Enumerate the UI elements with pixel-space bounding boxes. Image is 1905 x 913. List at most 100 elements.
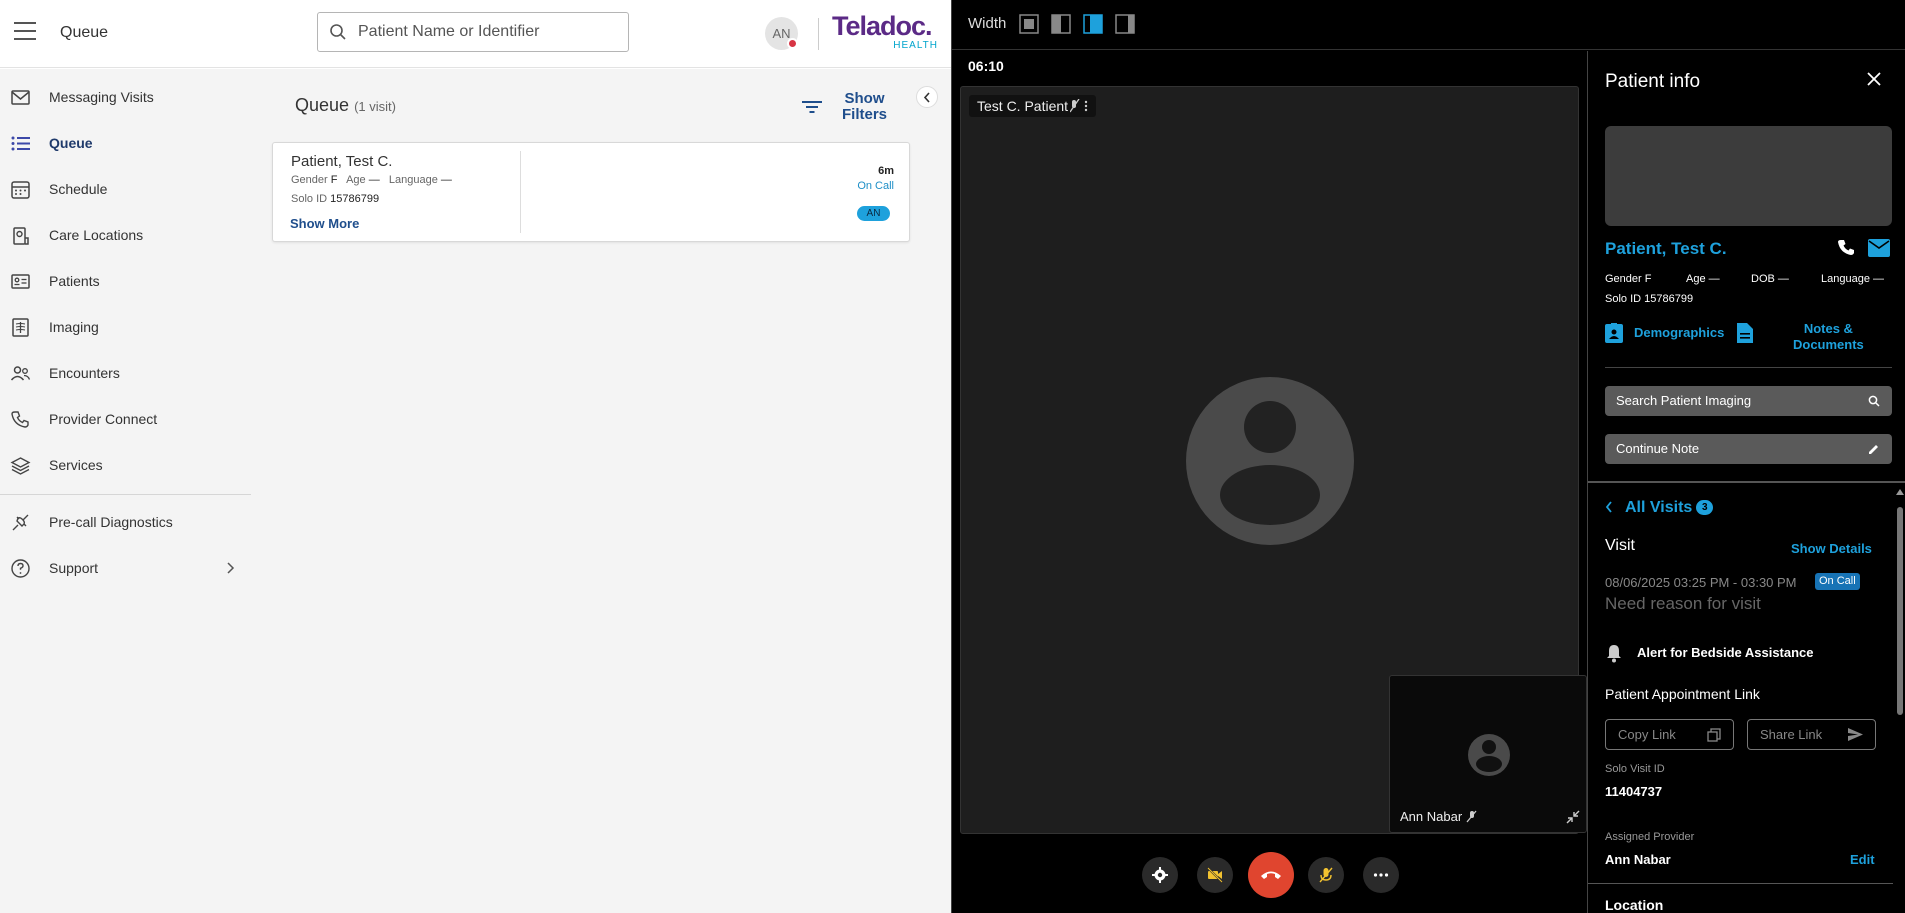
remote-name-tag: Test C. Patient [969,95,1097,117]
self-name-tag: Ann Nabar [1400,809,1478,824]
divider [1588,883,1893,884]
patient-search[interactable] [317,12,629,52]
solo-id: Solo ID 15786799 [291,193,380,205]
status-text: On Call [857,180,894,192]
status-badge: On Call [1815,573,1860,590]
bell-icon [1607,645,1621,663]
share-link-button[interactable]: Share Link [1747,719,1876,750]
show-details-link[interactable]: Show Details [1791,541,1872,556]
alert-bedside-button[interactable]: Alert for Bedside Assistance [1605,643,1845,665]
provider-badge: AN [857,206,890,221]
sidebar-item-label: Imaging [49,319,99,335]
visit-heading: Visit [1605,537,1635,554]
minimize-icon[interactable] [1566,810,1580,824]
chevron-left-icon [923,92,930,103]
width-label: Width [968,15,1007,32]
sidebar-item-imaging[interactable]: Imaging [0,307,251,347]
all-visits-link[interactable]: All Visits 3 [1605,499,1714,517]
edit-provider-button[interactable]: Edit [1850,852,1875,867]
sidebar-item-label: Messaging Visits [49,89,154,105]
mute-button[interactable] [1308,857,1344,893]
patient-info-panel: Patient info Patient, Test C. Gender F A… [1587,51,1905,913]
top-bar: Queue AN Teladoc. HEALTH [0,0,951,68]
assigned-provider: Ann Nabar [1605,852,1671,867]
sidebar-item-provider-connect[interactable]: Provider Connect [0,399,251,439]
scrollbar-thumb[interactable] [1897,507,1903,715]
chevron-left-icon [1605,501,1612,513]
help-icon [11,559,30,578]
sidebar-item-pre-call-diagnostics[interactable]: Pre-call Diagnostics [0,502,251,542]
patient-name: Patient, Test C. [291,153,393,170]
search-input[interactable] [358,21,618,43]
more-options-button[interactable] [1363,857,1399,893]
mail-icon [11,90,30,105]
menu-icon[interactable] [14,22,36,42]
search-patient-imaging-button[interactable]: Search Patient Imaging [1605,386,1892,416]
mail-icon[interactable] [1868,239,1890,257]
left-layout-icon[interactable] [1051,14,1071,34]
sidebar-item-patients[interactable]: Patients [0,261,251,301]
show-more-link[interactable]: Show More [290,216,359,231]
camera-off-button[interactable] [1197,857,1233,893]
continue-note-button[interactable]: Continue Note [1605,434,1892,464]
filter-icon [802,101,822,113]
collapse-panel-button[interactable] [916,86,938,108]
mic-off-icon [1070,99,1088,113]
calendar-icon [11,181,30,199]
solo-id: Solo ID 15786799 [1605,293,1694,305]
sidebar-item-support[interactable]: Support [0,548,251,588]
sidebar-item-services[interactable]: Services [0,445,251,485]
id-card-icon [11,274,30,289]
close-icon[interactable] [1867,72,1881,86]
queue-app: Queue AN Teladoc. HEALTH Messaging Visit… [0,0,951,913]
layers-icon [10,457,31,475]
document-icon [1737,323,1753,343]
fullscreen-layout-icon[interactable] [1019,14,1039,34]
sidebar-item-label: Schedule [49,181,108,197]
dob-field: DOB — [1751,273,1789,285]
sidebar-item-label: Support [49,560,99,576]
tab-demographics[interactable]: Demographics [1605,323,1735,347]
divider [520,151,521,233]
sidebar-item-schedule[interactable]: Schedule [0,169,251,209]
phone-icon[interactable] [1837,238,1857,258]
contact-card-icon [1605,323,1623,343]
sidebar-item-label: Queue [49,135,93,151]
language-field: Language — [1821,273,1885,285]
remote-video: Test C. Patient Ann Nabar [960,86,1587,834]
end-call-button[interactable] [1248,852,1294,898]
hang-up-icon [1261,871,1281,879]
search-icon [330,24,346,40]
next-section-label: Location [1605,897,1664,913]
sidebar-item-messaging-visits[interactable]: Messaging Visits [0,77,251,117]
right-layout-icon[interactable] [1115,14,1135,34]
queue-card[interactable]: Patient, Test C. Gender F Age — Language… [272,142,910,242]
sidebar-item-queue[interactable]: Queue [0,123,251,163]
tab-notes-documents[interactable]: Notes & Documents [1737,321,1887,357]
show-filters-button[interactable]: Show Filters [790,91,905,127]
pencil-icon [1869,445,1878,454]
sidebar: Messaging Visits Queue Schedule Care Loc… [0,69,251,913]
people-icon [10,366,31,381]
video-off-icon [1207,867,1223,883]
imaging-icon [12,318,29,337]
page-title: Queue [60,24,109,41]
sidebar-item-care-locations[interactable]: Care Locations [0,215,251,255]
visit-details-scroll[interactable]: All Visits 3 Visit Show Details 08/06/202… [1588,483,1905,913]
divider [1605,367,1892,368]
mic-off-icon [1319,867,1333,883]
scroll-up-icon[interactable] [1896,489,1904,495]
divider [818,18,819,50]
copy-link-button[interactable]: Copy Link [1605,719,1734,750]
plug-icon [12,514,29,531]
teladoc-logo: Teladoc. HEALTH [832,11,938,51]
patient-meta: Gender F Age — Language — [291,174,452,186]
patient-name: Patient, Test C. [1605,239,1727,258]
settings-button[interactable] [1142,857,1178,893]
width-toolbar: Width [952,0,1905,50]
self-avatar-icon [1468,734,1510,776]
split-layout-icon[interactable] [1083,14,1103,34]
sidebar-item-label: Patients [49,273,100,289]
sidebar-item-encounters[interactable]: Encounters [0,353,251,393]
sidebar-item-label: Encounters [49,365,120,381]
